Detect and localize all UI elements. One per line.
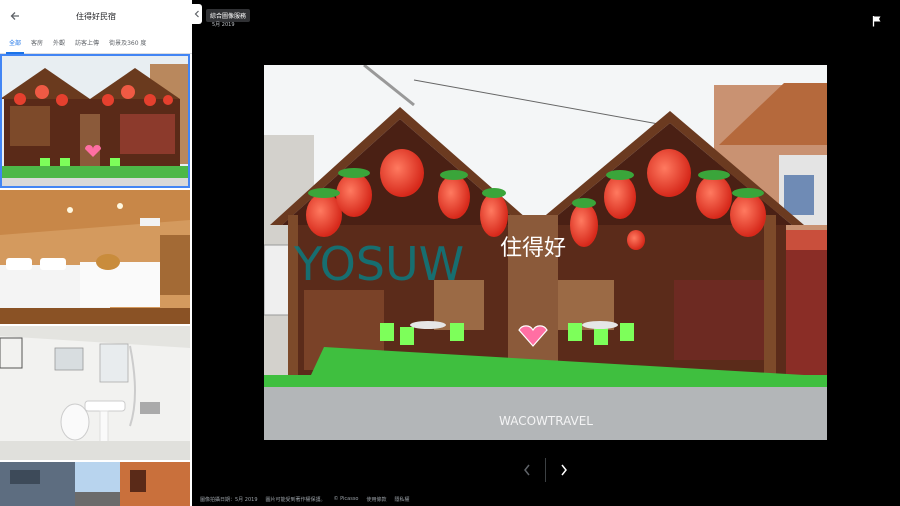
collapse-panel-button[interactable] [192,4,202,24]
tab-all[interactable]: 全部 [4,38,26,54]
previous-photo-button[interactable] [518,460,536,480]
photo-thumbnail-street[interactable] [0,462,190,506]
tab-street-view-360[interactable]: 街景及360 度 [104,38,151,53]
copyright-notice: 圖片可能受到著作權保護。 [265,497,326,503]
wacowtravel-watermark: WACOWTRAVEL [499,414,593,428]
panel-title: 住得好民宿 [76,11,116,21]
next-photo-button[interactable] [555,460,573,480]
photo-footer: 圖像拍攝日期：5月 2019 圖片可能受到著作權保護。 © Picasso 使用… [200,496,410,503]
main-photo-viewer[interactable]: 住得好 YOSUW WACOWTRAVEL [264,65,827,440]
tab-exterior[interactable]: 外觀 [48,38,70,53]
yosuw-watermark: YOSUW [293,237,464,291]
tab-visitor-uploads[interactable]: 訪客上傳 [70,38,104,53]
photo-source-date: 5月 2019 [212,22,235,28]
privacy-link[interactable]: 隱私權 [395,496,410,503]
sign-text: 住得好 [500,236,566,261]
flag-icon[interactable] [872,12,882,27]
back-arrow-icon[interactable] [8,9,22,23]
picasso-link[interactable]: © Picasso [334,496,359,503]
capture-date-text: 圖像拍攝日期：5月 2019 [200,497,258,503]
tab-rooms[interactable]: 客房 [26,38,48,53]
nav-divider [545,458,546,482]
photo-thumbnail-bathroom[interactable] [0,326,190,460]
panel-header: 住得好民宿 [0,0,192,32]
photos-side-panel: 住得好民宿 全部 客房 外觀 訪客上傳 街景及360 度 [0,0,192,506]
terms-link[interactable]: 使用條款 [366,496,386,503]
photo-thumbnail-bedroom[interactable] [0,190,190,324]
photo-thumbnail-exterior[interactable] [0,54,190,188]
photo-category-tabs: 全部 客房 外觀 訪客上傳 街景及360 度 [0,32,192,54]
